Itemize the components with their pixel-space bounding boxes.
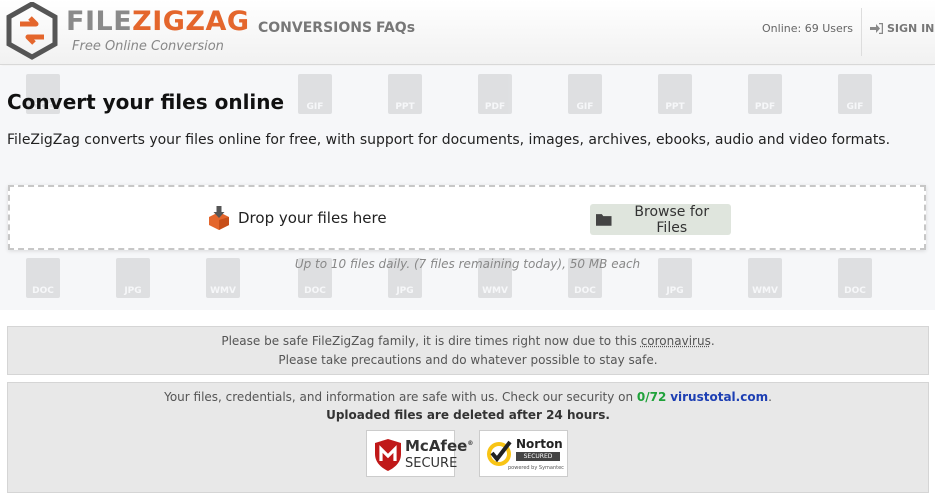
folder-icon [596,213,612,226]
norton-secured-badge[interactable]: Norton SECURED powered by Symantec [479,430,568,477]
header-divider [861,8,862,56]
site-logo[interactable]: FILEZIGZAG Free Online Conversion [6,0,231,60]
norton-name: Norton [516,437,563,451]
norton-secured-label: SECURED [516,452,560,461]
file-watermark-icon: PDF [478,74,512,114]
notice-line-1: Please be safe FileZigZag family, it is … [8,334,928,348]
security-line-1: Your files, credentials, and information… [8,390,928,404]
virustotal-link[interactable]: virustotal.com [670,390,768,404]
online-users-count: Online: 69 Users [762,22,853,35]
upload-limits: Up to 10 files daily. (7 files remaining… [0,257,935,271]
file-watermark-icon: GIF [298,74,332,114]
sign-in-icon [870,23,883,34]
coronavirus-link[interactable]: coronavirus [641,334,711,348]
mcafee-secure-label: SECURE [405,456,457,471]
file-watermark-icon: PDF [748,74,782,114]
file-watermark-icon: GIF [838,74,872,114]
file-watermark-icon: GIF [568,74,602,114]
sign-in-label: SIGN IN [887,22,934,35]
file-watermark-icon: PPT [658,74,692,114]
security-line-2: Uploaded files are deleted after 24 hour… [8,408,928,422]
sign-in-link[interactable]: SIGN IN [870,22,934,35]
mcafee-name: McAfee® [405,437,473,455]
file-watermark-icon: PPT [388,74,422,114]
nav-conversions[interactable]: CONVERSIONS [258,20,372,36]
browse-files-button[interactable]: Browse for Files [590,204,731,235]
norton-powered-label: powered by Symantec [508,465,564,471]
mcafee-secure-badge[interactable]: McAfee® SECURE [366,430,455,477]
notice-line-2: Please take precautions and do whatever … [8,353,928,367]
file-dropzone[interactable]: Drop your files here Browse for Files [8,185,926,250]
download-box-icon [207,206,231,230]
logo-wordmark: FILEZIGZAG [66,6,250,37]
nav-faqs[interactable]: FAQs [376,20,415,36]
virustotal-score: 0/72 [637,390,666,404]
security-notice: Your files, credentials, and information… [7,382,929,493]
page-title: Convert your files online [7,90,284,114]
logo-tagline: Free Online Conversion [72,39,224,54]
drop-files-label: Drop your files here [238,209,387,227]
mcafee-shield-icon [373,438,403,472]
site-header: FILEZIGZAG Free Online Conversion CONVER… [0,0,935,65]
page-description: FileZigZag converts your files online fo… [7,132,890,148]
zigzag-logo-icon [6,2,58,60]
safety-notice: Please be safe FileZigZag family, it is … [7,326,929,375]
browse-files-label: Browse for Files [619,204,725,236]
